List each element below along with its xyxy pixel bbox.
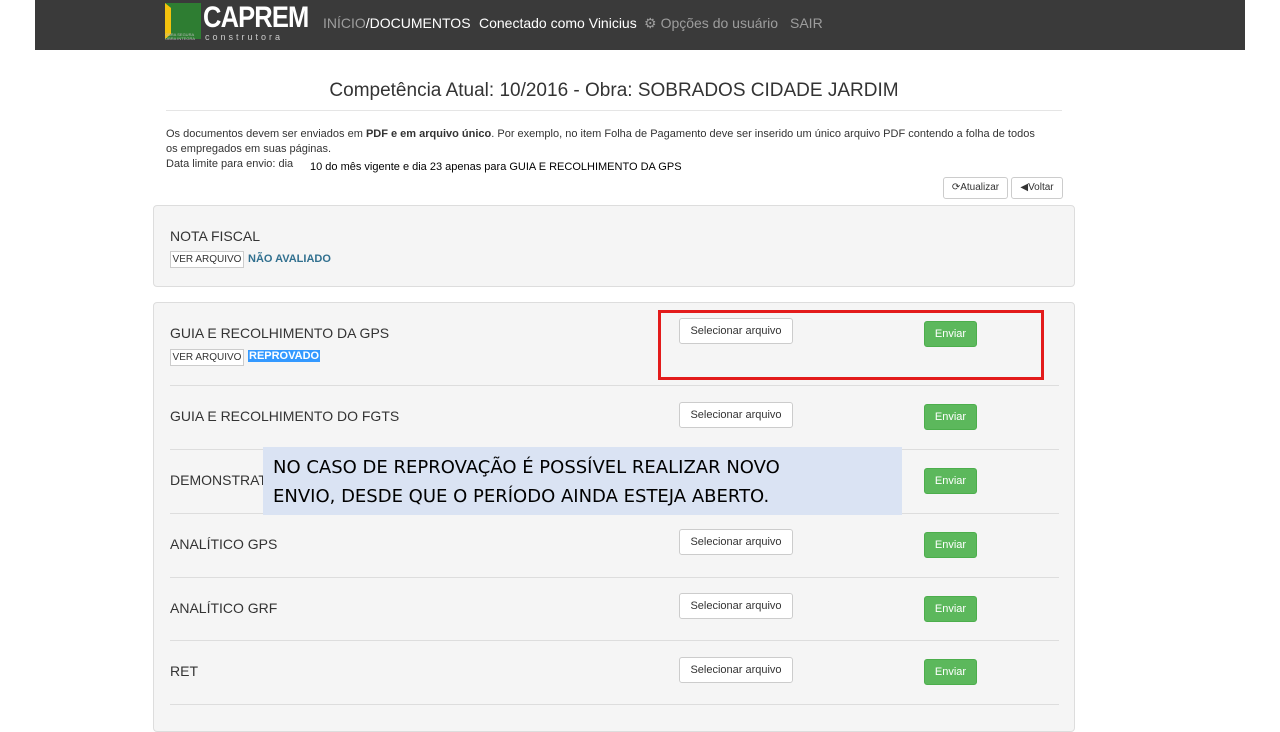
logo-subtitle: construtora (205, 32, 284, 42)
row-divider (170, 385, 1059, 386)
top-navbar: OBRA SEGURA OBRA INTEGRA CAPREM construt… (35, 0, 1245, 50)
nav-home-documents[interactable]: INÍCIO/DOCUMENTOS (323, 15, 471, 31)
row-divider (170, 704, 1059, 705)
send-button[interactable]: Enviar (924, 596, 977, 622)
item-name-ret: RET (170, 663, 198, 679)
highlight-annotation-box (658, 310, 1044, 380)
send-button[interactable]: Enviar (924, 532, 977, 558)
deadline-label: Data limite para envio: dia (166, 158, 294, 170)
callout-line-1: NO CASO DE REPROVAÇÃO É POSSÍVEL REALIZA… (273, 457, 780, 478)
gear-icon: ⚙ (644, 15, 657, 31)
callout-line-2: ENVIO, DESDE QUE O PERÍODO AINDA ESTEJA … (273, 486, 770, 507)
item-name-analitico-grf: ANALÍTICO GRF (170, 600, 278, 616)
nav-user-status: Conectado como Vinicius (479, 15, 637, 31)
refresh-label: Atualizar (960, 182, 1000, 193)
deadline-line: Data limite para envio: dia 10 do mês vi… (166, 158, 682, 173)
instructions-text: Os documentos devem ser enviados em PDF … (166, 127, 1046, 157)
instructions-prefix: Os documentos devem ser enviados em (166, 128, 366, 140)
select-file-button[interactable]: Selecionar arquivo (679, 529, 793, 555)
callout-annotation: NO CASO DE REPROVAÇÃO É POSSÍVEL REALIZA… (263, 447, 902, 515)
item-name-analitico-gps: ANALÍTICO GPS (170, 536, 278, 552)
back-icon: ◀ (1020, 182, 1029, 193)
nav-options-label: Opções do usuário (660, 15, 779, 31)
nav-home-link[interactable]: INÍCIO (323, 15, 366, 31)
status-badge: REPROVADO (248, 350, 321, 362)
send-button[interactable]: Enviar (924, 468, 977, 494)
status-badge: NÃO AVALIADO (248, 253, 331, 265)
nav-user-options[interactable]: ⚙ Opções do usuário (644, 15, 778, 32)
panel-nota-fiscal: NOTA FISCAL VER ARQUIVO NÃO AVALIADO (153, 205, 1075, 287)
view-file-button[interactable]: VER ARQUIVO (170, 349, 244, 366)
select-file-button[interactable]: Selecionar arquivo (679, 593, 793, 619)
logo-tagline: OBRA SEGURA OBRA INTEGRA (165, 32, 196, 41)
item-name-gps: GUIA E RECOLHIMENTO DA GPS (170, 325, 390, 341)
caprem-logo[interactable]: OBRA SEGURA OBRA INTEGRA CAPREM construt… (165, 1, 309, 43)
row-divider (170, 640, 1059, 641)
deadline-value: 10 do mês vigente e dia 23 apenas para G… (310, 161, 682, 173)
refresh-button[interactable]: ⟳Atualizar (943, 177, 1008, 199)
row-divider (170, 577, 1059, 578)
view-file-button[interactable]: VER ARQUIVO (170, 251, 244, 268)
nav-documents-link[interactable]: /DOCUMENTOS (366, 15, 471, 31)
logo-text: CAPREM (203, 1, 309, 34)
select-file-button[interactable]: Selecionar arquivo (679, 402, 793, 428)
title-divider (166, 110, 1062, 111)
item-name-nota-fiscal: NOTA FISCAL (170, 228, 260, 244)
back-label: Voltar (1028, 182, 1054, 193)
select-file-button[interactable]: Selecionar arquivo (679, 657, 793, 683)
instructions-bold: PDF e em arquivo único (365, 128, 492, 140)
send-button[interactable]: Enviar (924, 659, 977, 685)
item-name-fgts: GUIA E RECOLHIMENTO DO FGTS (170, 408, 400, 424)
item-name-demonstrativo: DEMONSTRAT (170, 472, 267, 488)
page-title: Competência Atual: 10/2016 - Obra: SOBRA… (329, 80, 899, 101)
refresh-icon: ⟳ (951, 182, 961, 193)
back-button[interactable]: ◀Voltar (1011, 177, 1063, 199)
send-button[interactable]: Enviar (924, 404, 977, 430)
nav-exit[interactable]: SAIR (790, 15, 823, 31)
